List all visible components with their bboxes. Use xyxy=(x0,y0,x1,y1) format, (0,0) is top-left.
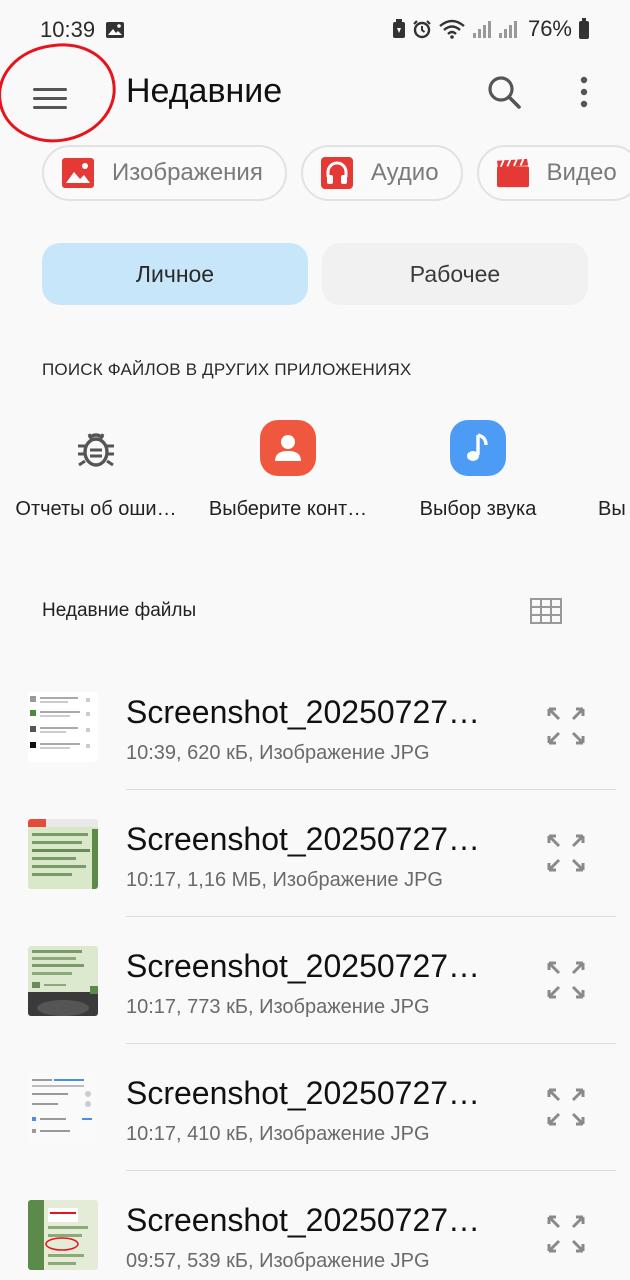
hamburger-icon xyxy=(33,88,67,109)
other-apps-row: Отчеты об оши… Выберите конт… Выбор звук… xyxy=(0,420,630,530)
list-item[interactable]: Screenshot_20250727… 10:17, 410 кБ, Изоб… xyxy=(0,1044,630,1171)
headphones-icon xyxy=(320,157,353,189)
app-bug-reports[interactable]: Отчеты об оши… xyxy=(6,420,186,521)
search-button[interactable] xyxy=(482,70,526,114)
expand-icon xyxy=(547,1215,585,1253)
battery-saver-icon xyxy=(392,19,406,39)
app-select-contact[interactable]: Выберите конт… xyxy=(198,420,378,521)
category-chips: Изображения Аудио Видео xyxy=(42,145,630,201)
gallery-notification-icon xyxy=(105,21,125,44)
file-thumbnail xyxy=(28,819,98,889)
expand-preview-button[interactable] xyxy=(545,832,587,874)
list-item[interactable]: Screenshot_20250727… 10:17, 1,16 МБ, Изо… xyxy=(0,790,630,917)
signal-icon-1 xyxy=(472,19,492,39)
menu-button[interactable] xyxy=(22,70,78,126)
grid-view-icon xyxy=(530,598,562,624)
file-name: Screenshot_20250727… xyxy=(126,694,481,730)
page-title: Недавние xyxy=(126,72,283,110)
bug-icon xyxy=(68,420,124,476)
chip-video[interactable]: Видео xyxy=(476,145,630,201)
file-thumbnail xyxy=(28,1200,98,1270)
chip-images[interactable]: Изображения xyxy=(42,145,287,201)
expand-icon xyxy=(547,834,585,872)
status-bar: 10:39 76% xyxy=(0,0,630,62)
app-bar: Недавние xyxy=(0,36,630,150)
battery-percent: 76% xyxy=(527,16,572,41)
status-icons: 76% xyxy=(392,16,590,42)
tab-work[interactable]: Рабочее xyxy=(322,243,588,305)
app-partial[interactable]: Вы xyxy=(598,420,630,521)
chip-label: Видео xyxy=(546,159,617,186)
file-meta: 09:57, 539 кБ, Изображение JPG xyxy=(126,1250,430,1272)
file-thumbnail xyxy=(28,946,98,1016)
app-label: Вы xyxy=(598,498,626,520)
grid-view-button[interactable] xyxy=(530,598,562,626)
chip-audio[interactable]: Аудио xyxy=(300,145,463,201)
storage-tabs: Личное Рабочее xyxy=(42,243,588,305)
list-item[interactable]: Screenshot_20250727… 09:57, 539 кБ, Изоб… xyxy=(0,1171,630,1280)
recent-files-list: Screenshot_20250727… 10:39, 620 кБ, Изоб… xyxy=(0,663,630,1280)
expand-icon xyxy=(547,1088,585,1126)
expand-preview-button[interactable] xyxy=(545,1213,587,1255)
list-item[interactable]: Screenshot_20250727… 10:17, 773 кБ, Изоб… xyxy=(0,917,630,1044)
battery-icon xyxy=(578,18,590,40)
tab-personal[interactable]: Личное xyxy=(42,243,308,305)
search-icon xyxy=(488,76,521,109)
app-label: Выбор звука xyxy=(419,498,537,520)
expand-icon xyxy=(547,707,585,745)
status-time: 10:39 xyxy=(40,17,96,42)
video-icon xyxy=(496,157,529,189)
section-title-other-apps: ПОИСК ФАЙЛОВ В ДРУГИХ ПРИЛОЖЕНИЯХ xyxy=(42,360,412,379)
file-thumbnail xyxy=(28,1073,98,1143)
file-name: Screenshot_20250727… xyxy=(126,948,481,984)
expand-preview-button[interactable] xyxy=(545,959,587,1001)
music-note-icon xyxy=(450,420,506,476)
file-meta: 10:17, 773 кБ, Изображение JPG xyxy=(126,996,430,1018)
file-meta: 10:17, 410 кБ, Изображение JPG xyxy=(126,1123,430,1145)
chip-label: Аудио xyxy=(370,159,439,186)
expand-preview-button[interactable] xyxy=(545,1086,587,1128)
alarm-icon xyxy=(412,19,432,39)
more-vertical-icon xyxy=(580,76,588,108)
more-options-button[interactable] xyxy=(562,70,606,114)
file-meta: 10:39, 620 кБ, Изображение JPG xyxy=(126,742,430,764)
list-item[interactable]: Screenshot_20250727… 10:39, 620 кБ, Изоб… xyxy=(0,663,630,790)
recent-files-title: Недавние файлы xyxy=(42,600,197,621)
expand-icon xyxy=(547,961,585,999)
expand-preview-button[interactable] xyxy=(545,705,587,747)
signal-icon-2 xyxy=(498,19,518,39)
app-label: Выберите конт… xyxy=(208,498,368,520)
chip-label: Изображения xyxy=(112,159,263,186)
image-icon xyxy=(62,157,94,189)
contact-icon xyxy=(260,420,316,476)
app-label: Отчеты об оши… xyxy=(15,498,177,520)
app-sound-picker[interactable]: Выбор звука xyxy=(388,420,568,521)
file-name: Screenshot_20250727… xyxy=(126,821,481,857)
file-name: Screenshot_20250727… xyxy=(126,1202,481,1238)
file-meta: 10:17, 1,16 МБ, Изображение JPG xyxy=(126,869,443,891)
wifi-icon xyxy=(438,19,466,39)
file-thumbnail xyxy=(28,692,98,762)
file-name: Screenshot_20250727… xyxy=(126,1075,481,1111)
